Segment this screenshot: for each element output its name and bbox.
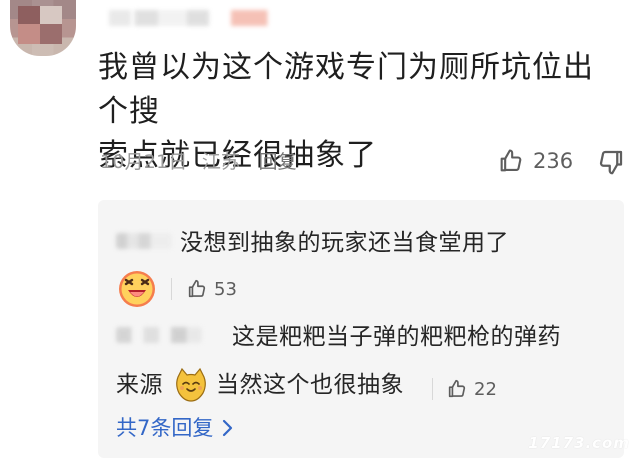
avatar-pixel-1 bbox=[18, 6, 40, 24]
reply-2-text-line-2-prefix: 来源 bbox=[116, 372, 163, 398]
site-watermark: 17173.com bbox=[528, 434, 630, 452]
commenter-avatar[interactable] bbox=[10, 0, 76, 56]
replies-panel: 没想到抽象的玩家还当食堂用了 53 这是粑粑当子弹的粑粑枪的弹药 来源 当然这个… bbox=[98, 200, 624, 458]
commenter-name-blurred bbox=[98, 10, 280, 26]
thumbs-down-icon bbox=[599, 150, 623, 175]
avatar-pixel-4 bbox=[40, 24, 62, 44]
reply-1-like-count: 53 bbox=[214, 278, 237, 300]
comment-meta: 10月21日 江苏 回复 bbox=[100, 148, 305, 176]
avatar-pixel-3 bbox=[18, 24, 40, 44]
dislike-button[interactable] bbox=[596, 147, 626, 177]
thumbs-up-icon bbox=[188, 279, 206, 298]
reply-1-text: 没想到抽象的玩家还当食堂用了 bbox=[180, 230, 509, 256]
reply-2-text-line-2-suffix: 当然这个也很抽象 bbox=[216, 372, 404, 398]
like-button[interactable]: 236 bbox=[497, 146, 575, 176]
chevron-right-icon bbox=[223, 419, 233, 437]
reply-user-name-blurred bbox=[116, 233, 172, 249]
reply-button[interactable]: 回复 bbox=[258, 151, 296, 173]
reply-2-divider bbox=[432, 378, 433, 400]
like-count: 236 bbox=[533, 149, 574, 173]
comment-date: 10月21日 bbox=[100, 151, 188, 173]
reply-2-like-count: 22 bbox=[474, 378, 497, 400]
thumbs-up-icon bbox=[448, 379, 466, 398]
comment-line-1: 我曾以为这个游戏专门为厕所坑位出个搜 bbox=[98, 50, 594, 129]
reply-2-user-name-blurred bbox=[116, 327, 202, 343]
reply-1-like-button[interactable]: 53 bbox=[186, 278, 237, 300]
more-replies-link[interactable]: 共7条回复 bbox=[116, 414, 235, 442]
reply-1-divider bbox=[171, 278, 172, 300]
thumbs-up-icon bbox=[500, 149, 522, 172]
reply-2-like-button[interactable]: 22 bbox=[446, 378, 497, 400]
avatar-pixel-2 bbox=[40, 6, 62, 24]
cat-face-icon bbox=[172, 367, 210, 403]
comment-location: 江苏 bbox=[201, 151, 241, 173]
more-replies-label: 共7条回复 bbox=[116, 416, 214, 440]
laughing-face-icon bbox=[116, 270, 158, 308]
reply-2-text-line-1: 这是粑粑当子弹的粑粑枪的弹药 bbox=[232, 324, 561, 350]
